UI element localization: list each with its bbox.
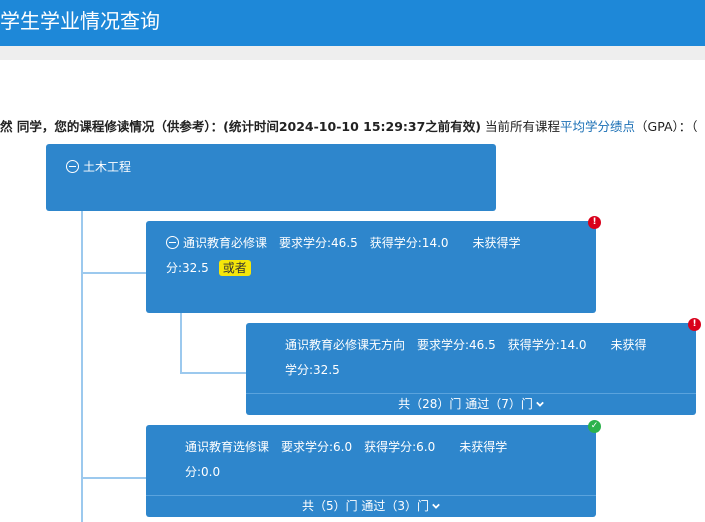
gpa-prefix: 当前所有课程 (481, 119, 561, 134)
node-credits-line2: 分:0.0 (185, 465, 221, 479)
tree-node-general-required-no-direction[interactable]: 通识教育必修课无方向 要求学分:46.5 获得学分:14.0 未获得 学分:32… (246, 318, 701, 415)
gpa-trailing: （ (691, 119, 698, 134)
error-badge-icon: ! (588, 216, 601, 229)
check-badge-icon: ✓ (588, 420, 601, 433)
node-credits-line2: 分:32.5 (166, 261, 209, 275)
header-divider (0, 46, 705, 60)
node-credits-line1: 通识教育必修课 要求学分:46.5 获得学分:14.0 未获得学 (183, 236, 521, 250)
student-summary: 然 同学，您的课程修读情况（供参考）：(统计时间2024-10-10 15:29… (0, 119, 482, 134)
course-count: 共（5）门 通过（3）门 (301, 499, 430, 513)
chevron-down-icon (432, 503, 440, 509)
summary-line: 然 同学，您的课程修读情况（供参考）：(统计时间2024-10-10 15:29… (0, 117, 705, 137)
tree-connector (180, 372, 246, 374)
node-credits-line1: 通识教育选修课 要求学分:6.0 获得学分:6.0 未获得学 (185, 440, 508, 454)
gpa-link[interactable]: 平均学分绩点 (560, 119, 635, 134)
course-count: 共（28）门 通过（7）门 (398, 397, 533, 411)
tree-node-general-required[interactable]: 通识教育必修课 要求学分:46.5 获得学分:14.0 未获得学 分:32.5 或… (146, 216, 601, 313)
error-badge-icon: ! (688, 318, 701, 331)
tree-connector (81, 211, 83, 522)
tree-root-node[interactable]: 土木工程 (46, 144, 496, 211)
page-title: 学生学业情况查询 (0, 9, 160, 33)
root-label: 土木工程 (83, 160, 132, 174)
course-count-toggle[interactable]: 共（28）门 通过（7）门 (246, 393, 696, 415)
tree-connector (81, 477, 146, 479)
gpa-suffix: （GPA）： (635, 119, 692, 134)
tree-connector (180, 313, 182, 374)
tree-node-general-elective[interactable]: 通识教育选修课 要求学分:6.0 获得学分:6.0 未获得学 分:0.0 共（5… (146, 420, 601, 517)
node-credits-line1: 通识教育必修课无方向 要求学分:46.5 获得学分:14.0 未获得 (285, 338, 647, 352)
node-credits-line2: 学分:32.5 (285, 363, 340, 377)
collapse-icon[interactable] (66, 160, 79, 173)
tree-connector (81, 272, 146, 274)
collapse-icon[interactable] (166, 236, 179, 249)
course-count-toggle[interactable]: 共（5）门 通过（3）门 (146, 495, 596, 517)
page-header: 学生学业情况查询 (0, 0, 705, 46)
or-tag: 或者 (218, 260, 251, 276)
chevron-down-icon (536, 401, 544, 407)
